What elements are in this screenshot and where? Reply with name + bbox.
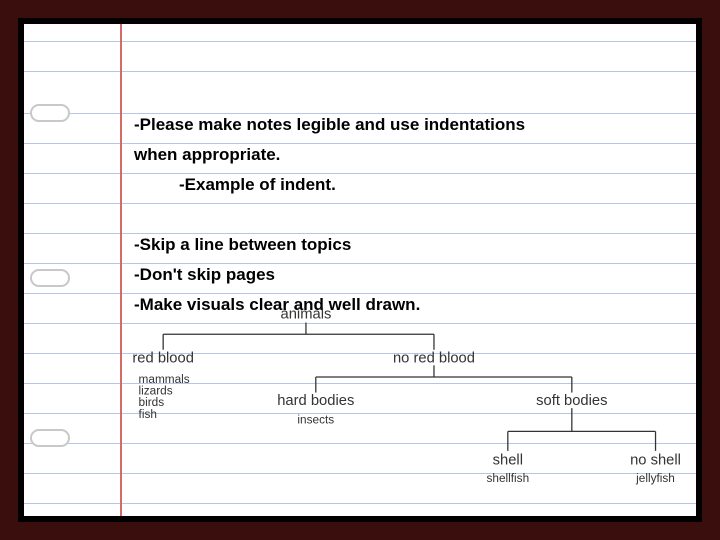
note-line: when appropriate. bbox=[134, 140, 676, 170]
hole-punch-icon bbox=[30, 429, 70, 447]
node-no-shell: no shell bbox=[630, 453, 681, 469]
node-red-blood: red blood bbox=[132, 350, 194, 366]
diagram-svg: animals red blood no red blood mammals l… bbox=[109, 307, 690, 516]
note-line: -Please make notes legible and use inden… bbox=[134, 110, 676, 140]
leaf-jellyfish: jellyfish bbox=[635, 472, 675, 485]
leaf-insects: insects bbox=[297, 414, 334, 427]
node-soft-bodies: soft bodies bbox=[536, 393, 607, 409]
node-shell: shell bbox=[493, 453, 523, 469]
note-line-indented: -Example of indent. bbox=[134, 170, 676, 200]
leaf-fish: fish bbox=[139, 408, 157, 421]
note-line: -Skip a line between topics bbox=[134, 230, 676, 260]
node-animals: animals bbox=[281, 307, 332, 323]
notebook-paper: -Please make notes legible and use inden… bbox=[24, 24, 696, 516]
node-hard-bodies: hard bodies bbox=[277, 393, 354, 409]
note-line: -Don't skip pages bbox=[134, 260, 676, 290]
notes-block: -Please make notes legible and use inden… bbox=[134, 110, 676, 320]
leaf-shellfish: shellfish bbox=[486, 472, 529, 485]
hole-punch-icon bbox=[30, 269, 70, 287]
classification-diagram: animals red blood no red blood mammals l… bbox=[109, 307, 690, 516]
blank-line bbox=[134, 200, 676, 230]
node-no-red-blood: no red blood bbox=[393, 350, 475, 366]
slide-border: -Please make notes legible and use inden… bbox=[18, 18, 702, 522]
stage: -Please make notes legible and use inden… bbox=[0, 0, 720, 540]
hole-punch-icon bbox=[30, 104, 70, 122]
